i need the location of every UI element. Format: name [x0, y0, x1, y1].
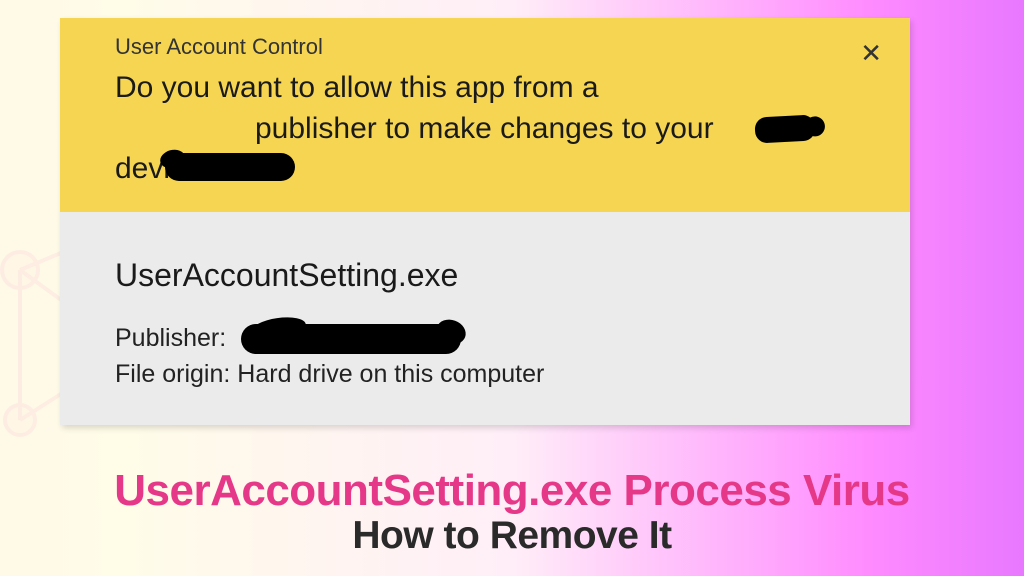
uac-question: Do you want to allow this app from a pub… [115, 68, 885, 190]
file-origin-label: File origin: [115, 360, 230, 388]
uac-question-line2: publisher to make changes to your [255, 112, 714, 145]
close-icon[interactable]: ✕ [860, 40, 882, 66]
uac-dialog: ✕ User Account Control Do you want to al… [60, 18, 910, 425]
caption-subtitle: How to Remove It [0, 515, 1024, 558]
uac-question-line1: Do you want to allow this app from a [115, 71, 599, 104]
redaction-mark [241, 324, 461, 354]
publisher-label: Publisher: [115, 324, 226, 352]
app-name: UserAccountSetting.exe [115, 257, 885, 294]
uac-body: UserAccountSetting.exe Publisher: File o… [60, 212, 910, 425]
redaction-mark [754, 114, 815, 143]
file-origin-row: File origin: Hard drive on this computer [115, 360, 885, 389]
uac-title: User Account Control [115, 34, 885, 60]
uac-header: ✕ User Account Control Do you want to al… [60, 18, 910, 212]
publisher-row: Publisher: [115, 324, 885, 354]
file-origin-value: Hard drive on this computer [237, 360, 544, 388]
caption-title: UserAccountSetting.exe Process Virus [0, 467, 1024, 515]
caption: UserAccountSetting.exe Process Virus How… [0, 467, 1024, 558]
redaction-mark [165, 153, 295, 181]
